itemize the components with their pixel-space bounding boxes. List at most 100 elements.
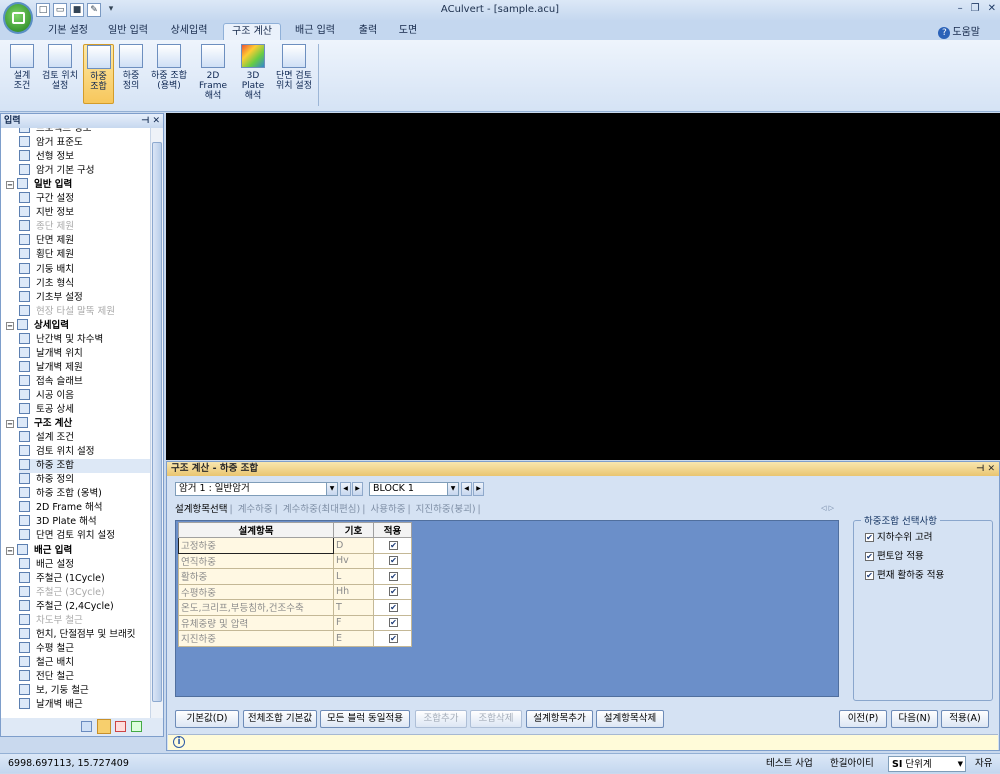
next-block-button[interactable]: ▶ — [473, 482, 484, 496]
pin-close-icons[interactable]: ⊣ ✕ — [141, 114, 160, 128]
tree-item[interactable]: 단면 검토 위치 설정 — [19, 529, 115, 543]
tree-item[interactable]: 난간벽 및 차수벽 — [19, 332, 103, 347]
frame-2d-analysis-button[interactable]: 2D Frame 해석 — [192, 44, 234, 104]
collapse-icon[interactable]: − — [6, 321, 14, 330]
option-checkbox[interactable]: ✔ 편토압 적용 — [865, 548, 924, 562]
tree-item[interactable]: 날개벽 제원 — [19, 360, 83, 375]
section-check-position-button[interactable]: 단면 검토 위치 설정 — [272, 44, 316, 104]
output-view-icon[interactable] — [115, 721, 126, 732]
tree-item[interactable]: 주철근 (2,4Cycle) — [19, 599, 114, 614]
tree-item[interactable]: 접속 슬래브 — [19, 374, 83, 389]
tab-general-input[interactable]: 일반 입력 — [100, 23, 156, 40]
design-item-cell[interactable]: 유체중량 및 압력 — [178, 614, 334, 631]
apply-cell[interactable]: ✔ — [373, 599, 412, 616]
design-item-cell[interactable]: 지진하중 — [178, 630, 334, 647]
save-icon[interactable]: ■ — [70, 3, 84, 17]
symbol-cell[interactable]: E — [333, 630, 374, 647]
help-button[interactable]: ? 도움말 — [938, 23, 980, 39]
tree-item[interactable]: 선형 정보 — [19, 150, 74, 164]
tree-item[interactable]: 프로젝트 정보 — [19, 128, 91, 136]
tree-item[interactable]: 헌치, 단절점부 및 브래킷 — [19, 627, 135, 642]
application-menu-button[interactable] — [3, 2, 33, 34]
design-item-cell[interactable]: 연직하중 — [178, 552, 334, 569]
tree-item[interactable]: 설계 조건 — [19, 431, 74, 445]
apply-checkbox[interactable]: ✔ — [389, 556, 398, 566]
apply-checkbox[interactable]: ✔ — [389, 571, 398, 581]
subtab-service-load[interactable]: 사용하중 — [370, 504, 405, 515]
tree-item[interactable]: 기초부 설정 — [19, 290, 83, 305]
table-row[interactable]: 지진하중 E ✔ — [178, 630, 412, 647]
apply-cell[interactable]: ✔ — [373, 537, 412, 554]
default-button[interactable]: 기본값(D) — [175, 710, 239, 728]
tree-item[interactable]: 구간 설정 — [19, 192, 74, 206]
tree-item[interactable]: 암거 기본 구성 — [19, 164, 94, 178]
tab-drawing[interactable]: 도면 — [392, 23, 424, 40]
symbol-cell[interactable]: L — [333, 568, 374, 585]
culvert-select[interactable]: 암거 1 : 일반암거 ▼ — [175, 482, 338, 496]
edit-icon[interactable]: ✎ — [87, 3, 101, 17]
tree-item[interactable]: 주철근 (1Cycle) — [19, 571, 105, 586]
tree-item[interactable]: 날개벽 배근 — [19, 698, 83, 712]
tree-item[interactable]: 3D Plate 해석 — [19, 515, 97, 529]
apply-checkbox[interactable]: ✔ — [389, 618, 398, 628]
tree-item[interactable]: 날개벽 위치 — [19, 346, 83, 361]
tree-item[interactable]: 지반 정보 — [19, 206, 74, 220]
dropdown-icon[interactable]: ▾ — [104, 3, 118, 17]
checkbox-icon[interactable]: ✔ — [865, 533, 874, 542]
apply-cell[interactable]: ✔ — [373, 630, 412, 647]
load-combination-button[interactable]: 하중 조합 — [83, 44, 114, 104]
apply-cell[interactable]: ✔ — [373, 583, 412, 600]
tab-detail-input[interactable]: 상세입력 — [162, 23, 216, 40]
tree-item[interactable]: 기초 형식 — [19, 276, 74, 291]
tree-item[interactable]: 단면 제원 — [19, 234, 74, 248]
table-row[interactable]: 온도,크리프,부등침하,건조수축 T ✔ — [178, 599, 412, 616]
unit-system-select[interactable]: SI 단위계 ▼ — [888, 756, 966, 772]
collapse-icon[interactable]: − — [6, 420, 14, 429]
tree-item[interactable]: 암거 표준도 — [19, 136, 83, 150]
all-default-button[interactable]: 전체조합 기본값 — [243, 710, 317, 728]
tree-group[interactable]: − 일반 입력 — [6, 178, 72, 192]
tree-item[interactable]: 보, 기둥 철근 — [19, 684, 89, 698]
design-item-cell[interactable]: 수평하중 — [178, 583, 334, 600]
symbol-cell[interactable]: F — [333, 614, 374, 631]
next-culvert-button[interactable]: ▶ — [352, 482, 363, 496]
open-icon[interactable]: ▭ — [53, 3, 67, 17]
tab-structural-calc[interactable]: 구조 계산 — [223, 23, 281, 40]
checkbox-icon[interactable]: ✔ — [865, 571, 874, 580]
load-definition-button[interactable]: 하중 정의 — [116, 44, 146, 104]
design-item-cell[interactable]: 온도,크리프,부등침하,건조수축 — [178, 599, 334, 616]
table-row[interactable]: 수평하중 Hh ✔ — [178, 583, 412, 600]
tree-item[interactable]: 차도부 철근 — [19, 613, 83, 628]
close-icon[interactable]: ✕ — [988, 3, 996, 14]
design-item-cell[interactable]: 고정하중 — [178, 537, 334, 554]
tree-item[interactable]: 전단 철근 — [19, 669, 74, 684]
prev-button[interactable]: 이전(P) — [839, 710, 887, 728]
tree-item[interactable]: 2D Frame 해석 — [19, 501, 102, 515]
design-item-cell[interactable]: 활하중 — [178, 568, 334, 585]
tree-group[interactable]: − 상세입력 — [6, 318, 69, 333]
collapse-icon[interactable]: − — [6, 546, 14, 555]
symbol-cell[interactable]: Hh — [333, 583, 374, 600]
apply-checkbox[interactable]: ✔ — [389, 540, 398, 550]
collapse-icon[interactable]: − — [6, 181, 14, 190]
sidebar-scrollbar[interactable] — [150, 128, 163, 718]
option-checkbox[interactable]: ✔ 지하수위 고려 — [865, 529, 932, 543]
tree-item[interactable]: 수평 철근 — [19, 641, 74, 656]
tree-group[interactable]: − 구조 계산 — [6, 417, 72, 431]
column-header[interactable]: 적용 — [373, 522, 412, 538]
next-button[interactable]: 다음(N) — [891, 710, 938, 728]
apply-cell[interactable]: ✔ — [373, 614, 412, 631]
retaining-wall-combination-button[interactable]: 하중 조합 (용벽) — [147, 44, 191, 104]
option-checkbox[interactable]: ✔ 편재 활하중 적용 — [865, 567, 944, 581]
tree-item[interactable]: 종단 제원 — [19, 220, 74, 234]
apply-button[interactable]: 적용(A) — [941, 710, 989, 728]
tree-item[interactable]: 하중 정의 — [19, 473, 74, 487]
apply-cell[interactable]: ✔ — [373, 568, 412, 585]
tree-item[interactable]: 기둥 배치 — [19, 262, 74, 277]
symbol-cell[interactable]: T — [333, 599, 374, 616]
tree-item[interactable]: 현장 타설 말뚝 제원 — [19, 304, 115, 319]
subtab-seismic-load[interactable]: 지진하중(붕괴) — [416, 504, 476, 515]
table-row[interactable]: 유체중량 및 압력 F ✔ — [178, 614, 412, 631]
minimize-icon[interactable]: – — [958, 3, 963, 14]
column-header[interactable]: 기호 — [333, 522, 374, 538]
